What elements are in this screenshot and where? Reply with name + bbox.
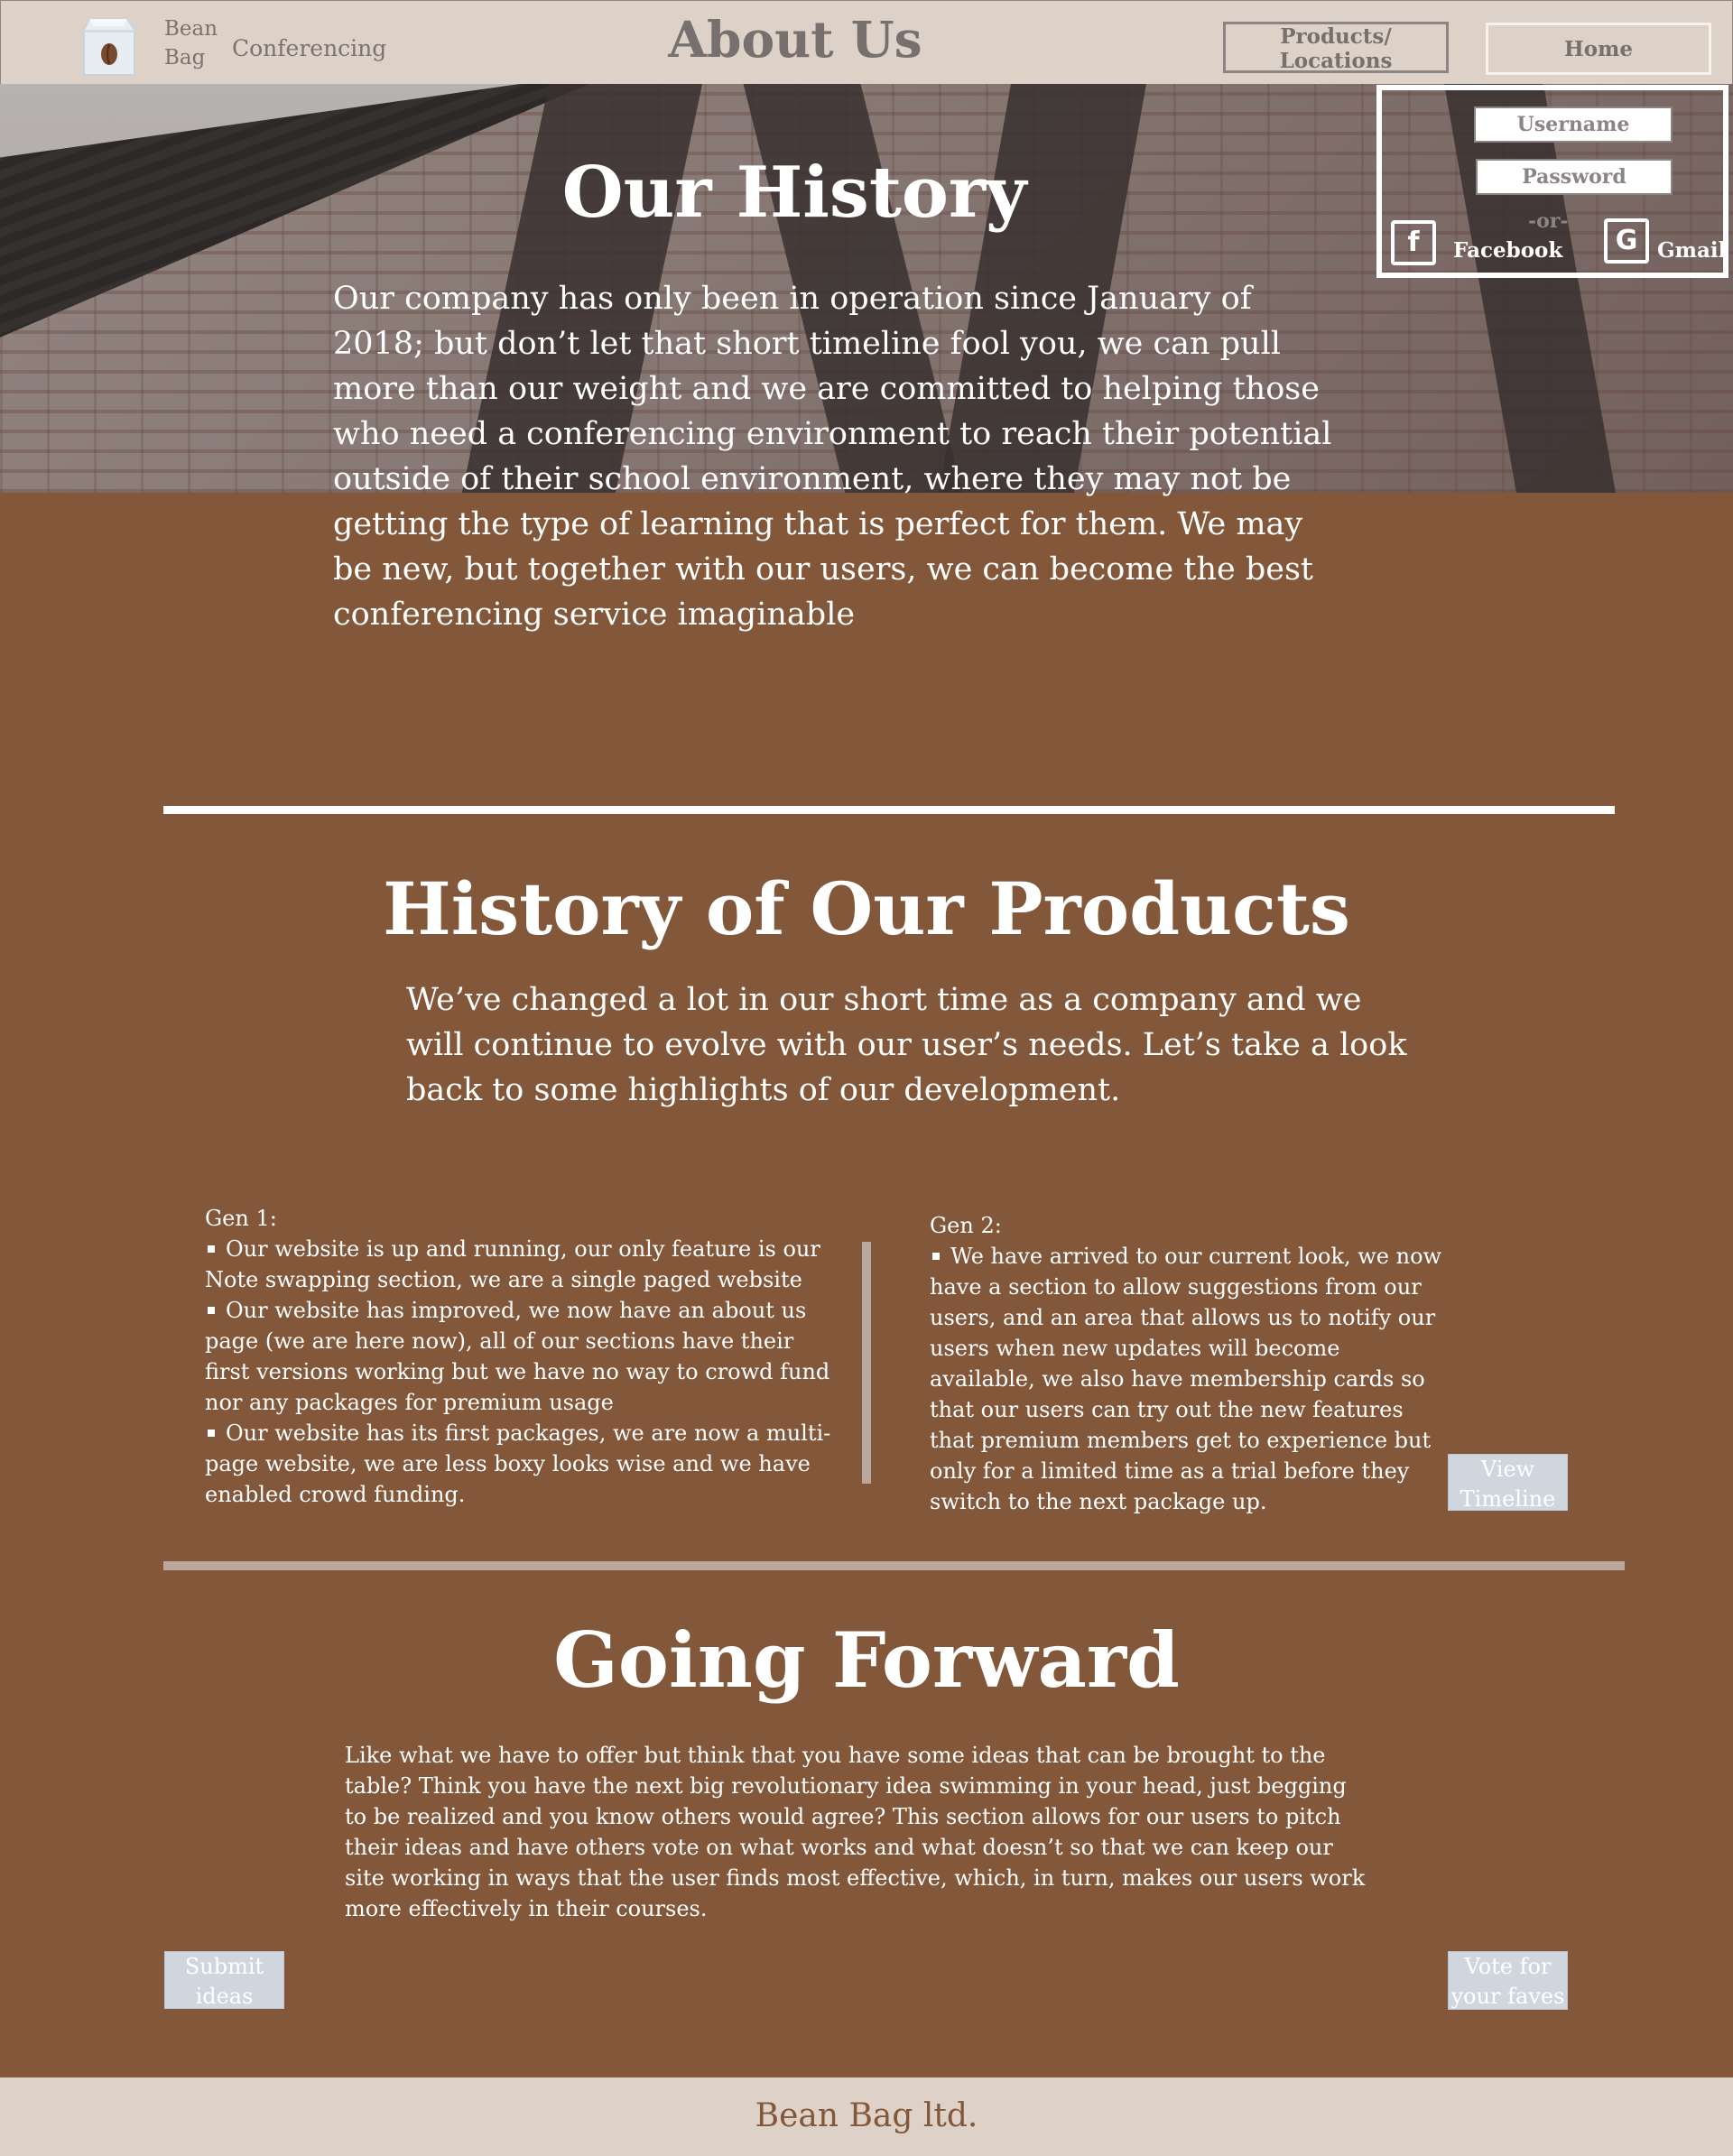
going-forward-heading: Going Forward <box>553 1615 1180 1705</box>
google-icon[interactable]: G <box>1604 218 1649 264</box>
top-navbar: Bean Bag Conferencing About Us Products/… <box>0 0 1733 85</box>
brand-name-line2: Bag <box>164 46 206 69</box>
submit-ideas-button[interactable]: Submit ideas <box>164 1951 284 2009</box>
facebook-icon[interactable]: f <box>1391 220 1436 265</box>
page-title: About Us <box>668 10 922 69</box>
gen1-list: Gen 1: Our website is up and running, ou… <box>205 1203 837 1510</box>
or-separator: -or- <box>1528 209 1569 233</box>
going-forward-text: Like what we have to offer but think tha… <box>345 1743 1366 1921</box>
column-divider <box>862 1242 871 1484</box>
list-item: Our website is up and running, our only … <box>205 1236 820 1292</box>
home-button[interactable]: Home <box>1486 23 1711 75</box>
list-item: Our website has its first packages, we a… <box>205 1420 831 1507</box>
gen1-title: Gen 1: <box>205 1206 277 1231</box>
list-item: We have arrived to our current look, we … <box>930 1244 1442 1514</box>
coffee-bag-icon[interactable] <box>80 12 138 77</box>
section-divider <box>163 1561 1625 1570</box>
username-input[interactable] <box>1474 106 1673 143</box>
bullet-icon <box>932 1253 940 1260</box>
bullet-icon <box>208 1430 215 1437</box>
gen2-list: Gen 2: We have arrived to our current lo… <box>930 1210 1444 1517</box>
products-history-intro: We’ve changed a lot in our short time as… <box>406 982 1407 1108</box>
vote-faves-button[interactable]: Vote for your faves <box>1448 1951 1568 2010</box>
gen2-title: Gen 2: <box>930 1213 1002 1238</box>
password-input[interactable] <box>1476 159 1673 195</box>
footer: Bean Bag ltd. <box>0 2077 1733 2156</box>
our-history-heading: Our History <box>561 152 1027 234</box>
bullet-icon <box>208 1307 215 1314</box>
our-history-text: Our company has only been in operation s… <box>333 281 1332 633</box>
gmail-login-link[interactable]: Gmail <box>1657 238 1726 263</box>
footer-company-name: Bean Bag ltd. <box>755 2097 978 2134</box>
login-panel: -or- f Facebook G Gmail <box>1376 85 1728 278</box>
products-history-heading: History of Our Products <box>383 866 1350 951</box>
bullet-icon <box>208 1245 215 1253</box>
facebook-login-link[interactable]: Facebook <box>1453 238 1562 263</box>
list-item: Our website has improved, we now have an… <box>205 1298 830 1415</box>
brand-subtitle: Conferencing <box>232 35 387 61</box>
section-divider <box>163 806 1615 814</box>
products-locations-button[interactable]: Products/ Locations <box>1223 22 1449 73</box>
brand-name-line1: Bean <box>164 17 218 41</box>
view-timeline-button[interactable]: View Timeline <box>1448 1454 1568 1512</box>
